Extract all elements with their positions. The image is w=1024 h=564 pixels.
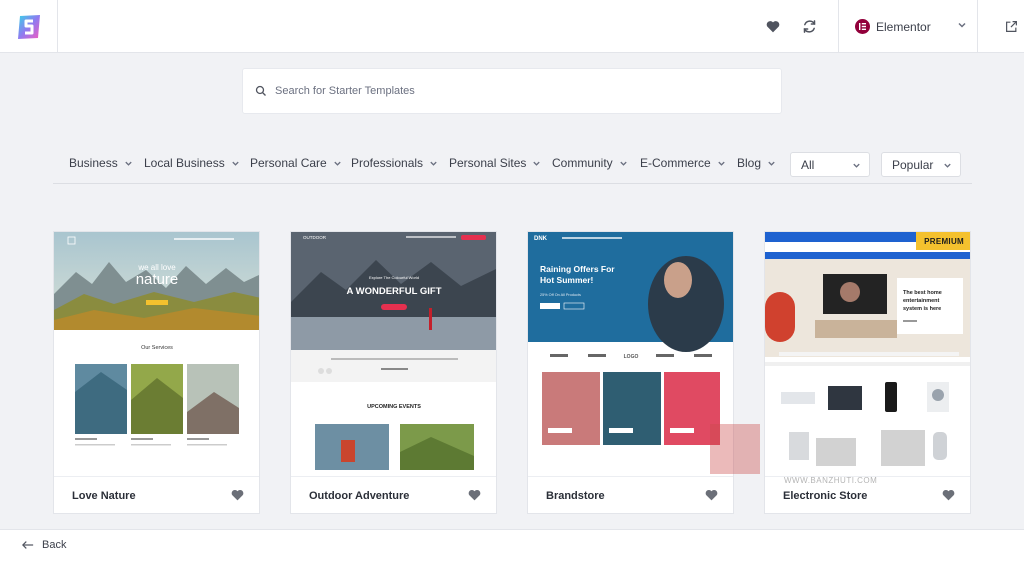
premium-badge: PREMIUM — [916, 232, 970, 250]
brand-logo: LOGO — [624, 354, 639, 360]
card-footer: Outdoor Adventure — [291, 476, 496, 513]
filter-blog[interactable]: Blog — [737, 156, 776, 170]
type-select[interactable]: All — [790, 152, 870, 177]
builder-label: Elementor — [876, 19, 931, 34]
template-title: Love Nature — [72, 490, 136, 502]
chevron-down-icon — [125, 161, 132, 166]
template-title: Outdoor Adventure — [309, 490, 410, 502]
heart-icon[interactable] — [942, 489, 955, 501]
hero-line-2: nature — [136, 271, 179, 288]
search-box — [242, 68, 782, 114]
hero-line-2: entertainment — [903, 298, 940, 304]
template-card-brandstore[interactable]: DNK Raining Offers For Hot Summer! 25% O… — [527, 231, 734, 514]
chevron-down-icon — [944, 163, 951, 168]
chevron-down-icon — [768, 161, 775, 166]
logo[interactable] — [0, 0, 58, 53]
chevron-down-icon — [620, 161, 627, 166]
logo-text: OUTDOOR — [303, 235, 327, 240]
chevron-down-icon — [718, 161, 725, 166]
card-footer: Love Nature — [54, 476, 259, 513]
template-preview: OUTDOOR Explore The Colourful World A WO… — [291, 232, 496, 476]
filter-personal-care[interactable]: Personal Care — [250, 156, 342, 170]
heart-icon[interactable] — [468, 489, 481, 501]
hero-sub: 25% Off On All Products — [540, 293, 581, 297]
template-preview: The best home entertainment system is he… — [765, 232, 970, 476]
bottom-bar: Back — [0, 529, 1024, 564]
section-title: Our Services — [141, 345, 173, 351]
chevron-down-icon — [232, 161, 239, 166]
sync-button[interactable] — [797, 14, 821, 38]
hero-line-1: The best home — [903, 290, 942, 296]
search-input[interactable] — [275, 85, 755, 97]
template-title: Electronic Store — [783, 490, 868, 502]
heart-icon[interactable] — [705, 489, 718, 501]
top-bar: Elementor — [0, 0, 1024, 53]
chevron-down-icon — [533, 161, 541, 166]
heart-icon — [766, 20, 780, 32]
arrow-left-icon — [22, 541, 34, 549]
template-card-love-nature[interactable]: we all love nature Our Services Love Nat… — [53, 231, 260, 514]
filter-personal-sites[interactable]: Personal Sites — [449, 156, 541, 170]
chevron-down-icon — [430, 161, 437, 166]
filter-professionals[interactable]: Professionals — [351, 156, 438, 170]
sort-select[interactable]: Popular — [881, 152, 961, 177]
back-button[interactable]: Back — [22, 539, 66, 551]
template-preview: DNK Raining Offers For Hot Summer! 25% O… — [528, 232, 733, 476]
hero-title: A WONDERFUL GIFT — [347, 286, 442, 297]
back-label: Back — [42, 539, 67, 551]
template-card-electronic-store[interactable]: The best home entertainment system is he… — [764, 231, 971, 514]
category-filters: Business Local Business Personal Care Pr… — [53, 150, 972, 184]
chevron-down-icon — [853, 163, 860, 168]
heart-icon[interactable] — [231, 489, 244, 501]
chevron-down-icon — [958, 22, 966, 28]
hero-line-2: Hot Summer! — [540, 275, 594, 285]
open-external-button[interactable] — [999, 14, 1023, 38]
hero-line-3: system is here — [903, 306, 941, 312]
filter-local-business[interactable]: Local Business — [144, 156, 240, 170]
page-builder-select[interactable]: Elementor — [838, 0, 978, 53]
card-footer: Electronic Store — [765, 476, 970, 513]
sync-icon — [803, 19, 815, 33]
template-preview: we all love nature Our Services — [54, 232, 259, 476]
favorites-button[interactable] — [761, 14, 785, 38]
template-card-outdoor-adventure[interactable]: OUTDOOR Explore The Colourful World A WO… — [290, 231, 497, 514]
logo-text: DNK — [534, 236, 548, 242]
external-link-icon — [1005, 20, 1017, 32]
filter-community[interactable]: Community — [552, 156, 628, 170]
elementor-icon — [855, 19, 870, 34]
starter-templates-logo-icon — [17, 14, 40, 39]
search-icon — [255, 85, 266, 96]
filter-business[interactable]: Business — [69, 156, 133, 170]
filter-e-commerce[interactable]: E-Commerce — [640, 156, 726, 170]
chevron-down-icon — [334, 161, 341, 166]
section-title: UPCOMING EVENTS — [367, 404, 421, 410]
card-footer: Brandstore — [528, 476, 733, 513]
template-title: Brandstore — [546, 490, 605, 502]
hero-line-1: Raining Offers For — [540, 264, 615, 274]
hero-kicker: Explore The Colourful World — [369, 275, 419, 280]
